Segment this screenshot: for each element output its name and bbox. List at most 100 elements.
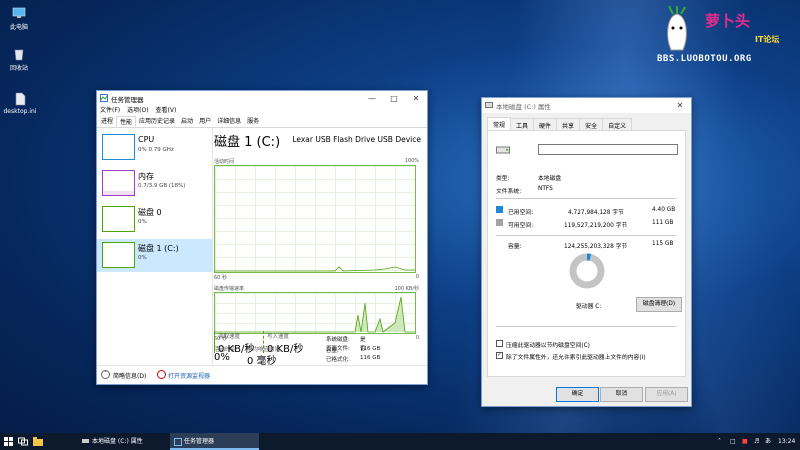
close-button[interactable]: ✕: [669, 98, 691, 113]
taskbar-item-disk-properties[interactable]: 本地磁盘 (C:) 属性: [78, 433, 180, 450]
disk-cleanup-button[interactable]: 磁盘清理(D): [636, 297, 682, 312]
network-icon[interactable]: □: [730, 433, 736, 450]
donut-free-segment: [569, 253, 605, 289]
menu-view[interactable]: 查看(V): [156, 106, 177, 116]
resource-item-disk-1[interactable]: 磁盘 1 (C:) 0%: [97, 239, 212, 272]
used-space-bytes: 4,727,984,128 字节: [568, 210, 624, 216]
task-manager-icon: [174, 438, 182, 446]
desktop-icon-this-pc[interactable]: 此电脑: [0, 6, 39, 31]
tab-services[interactable]: 服务: [244, 116, 262, 127]
disk-properties-window[interactable]: 本地磁盘 (C:) 属性 ✕ 常规 工具 硬件 共享 安全 自定义 类型: 本地…: [481, 97, 692, 407]
disk1-mini-graph: [102, 242, 135, 268]
disk-model: Lexar USB Flash Drive USB Device: [292, 135, 421, 144]
volume-icon[interactable]: ♬: [754, 433, 759, 450]
chevron-up-icon[interactable]: ˄: [718, 433, 721, 450]
cancel-button[interactable]: 取消: [600, 387, 643, 402]
resource-value: 0%: [138, 219, 147, 225]
task-manager-footer: ˄ 简略信息(D) 打开资源监视器: [97, 365, 427, 384]
file-explorer-icon[interactable]: [33, 437, 43, 446]
prop-page-file-value: 否: [360, 346, 366, 352]
menu-file[interactable]: 文件(F): [100, 106, 120, 116]
transfer-line: [215, 296, 415, 333]
compress-checkbox[interactable]: [496, 340, 503, 347]
clock[interactable]: 13:24: [778, 433, 795, 450]
tab-startup[interactable]: 启动: [178, 116, 196, 127]
resource-item-memory[interactable]: 内存 0.7/3.9 GB (18%): [97, 167, 212, 200]
graph2-xmin: 0: [415, 335, 419, 341]
resource-value: 0.7/3.9 GB (18%): [138, 183, 186, 189]
tab-processes[interactable]: 进程: [98, 116, 116, 127]
graph1-max: 100%: [404, 158, 419, 164]
drive-name-input[interactable]: [538, 144, 678, 155]
minimize-button[interactable]: —: [361, 91, 383, 106]
alert-icon[interactable]: ■: [742, 433, 748, 450]
ime-icon[interactable]: あ: [765, 433, 771, 450]
read-speed-label: 读取速度: [218, 334, 241, 340]
activity-line: [215, 266, 415, 272]
index-checkbox[interactable]: ✓: [496, 352, 503, 359]
chevron-up-icon[interactable]: ˄: [101, 370, 110, 379]
divider: [496, 326, 676, 327]
taskbar-item-label: 本地磁盘 (C:) 属性: [92, 438, 143, 445]
cpu-mini-graph: [102, 134, 135, 160]
resource-item-disk-0[interactable]: 磁盘 0 0%: [97, 203, 212, 236]
compress-label: 压缩此驱动器以节约磁盘空间(C): [506, 343, 590, 349]
taskbar: 本地磁盘 (C:) 属性 任务管理器 ˄ □ ■ ♬ あ 13:24: [0, 433, 800, 450]
capacity-bytes: 124,255,203,328 字节: [564, 244, 628, 250]
transfer-rate-graph: [214, 292, 416, 334]
graph1-xlabel: 60 秒: [214, 275, 227, 281]
watermark-url: BBS.LUOBOTOU.ORG: [657, 54, 752, 64]
watermark-subtitle: IT论坛: [755, 35, 780, 44]
desktop-icon-recycle-bin[interactable]: 回收站: [0, 47, 39, 72]
activity-time-graph: [214, 165, 416, 273]
write-speed-value: 0 KB/秒: [267, 344, 304, 355]
title-bar[interactable]: 任务管理器 — □ ✕: [97, 91, 427, 106]
resource-name: 磁盘 0: [138, 208, 162, 217]
free-space-bytes: 119,527,219,200 字节: [564, 223, 628, 229]
prop-system-disk-value: 是: [360, 337, 366, 343]
ok-button[interactable]: 确定: [556, 387, 599, 402]
tab-app-history[interactable]: 应用历史记录: [136, 116, 178, 127]
forum-watermark: 萝卜头 IT论坛 BBS.LUOBOTOU.ORG: [655, 4, 795, 72]
index-label: 除了文件属性外，还允许索引此驱动器上文件的内容(I): [506, 355, 646, 361]
task-manager-window[interactable]: 任务管理器 — □ ✕ 文件(F) 选项(O) 查看(V) 进程 性能 应用历史…: [96, 90, 428, 385]
resource-name: CPU: [138, 135, 155, 144]
task-view-icon[interactable]: [18, 437, 28, 446]
file-system-label: 文件系统:: [496, 189, 522, 195]
task-manager-icon: [100, 94, 108, 102]
title-bar[interactable]: 本地磁盘 (C:) 属性 ✕: [482, 98, 691, 113]
write-speed-label: 写入速度: [267, 334, 290, 340]
tab-details[interactable]: 详细信息: [214, 116, 244, 127]
graph1-label: 活动时间: [214, 159, 235, 165]
capacity-size: 115 GB: [652, 241, 674, 247]
watermark-title: 萝卜头: [705, 12, 751, 30]
memory-mini-graph: [102, 170, 135, 196]
used-space-label: 已用空间:: [508, 210, 534, 216]
close-button[interactable]: ✕: [405, 91, 427, 106]
apply-button[interactable]: 应用(A): [645, 387, 688, 402]
free-space-label: 可用空间:: [508, 223, 534, 229]
resource-monitor-icon: [157, 370, 166, 379]
window-title: 任务管理器: [111, 95, 144, 104]
file-system-value: NTFS: [538, 186, 553, 192]
prop-page-file-key: 页面文件:: [326, 346, 350, 352]
maximize-button[interactable]: □: [383, 91, 405, 106]
desktop-icon-desktop-ini[interactable]: desktop.ini: [0, 92, 40, 115]
resource-name: 磁盘 1 (C:): [138, 244, 179, 253]
tab-performance[interactable]: 性能: [116, 116, 137, 127]
divider: [496, 235, 676, 236]
tab-users[interactable]: 用户: [196, 116, 214, 127]
resource-item-cpu[interactable]: CPU 0% 0.79 GHz: [97, 131, 212, 164]
free-space-swatch: [496, 219, 503, 226]
window-title: 本地磁盘 (C:) 属性: [496, 102, 551, 111]
type-value: 本地磁盘: [538, 176, 562, 182]
prop-formatted-value: 116 GB: [360, 355, 381, 361]
start-windows-icon[interactable]: [4, 437, 13, 446]
resource-value: 0% 0.79 GHz: [138, 147, 174, 153]
taskbar-item-task-manager[interactable]: 任务管理器: [170, 433, 259, 450]
less-details-link[interactable]: 简略信息(D): [113, 371, 146, 380]
menu-options[interactable]: 选项(O): [127, 106, 148, 116]
used-space-swatch: [496, 206, 503, 213]
graph2-label: 磁盘传输速率: [214, 286, 245, 292]
open-resource-monitor-link[interactable]: 打开资源监视器: [168, 371, 210, 380]
